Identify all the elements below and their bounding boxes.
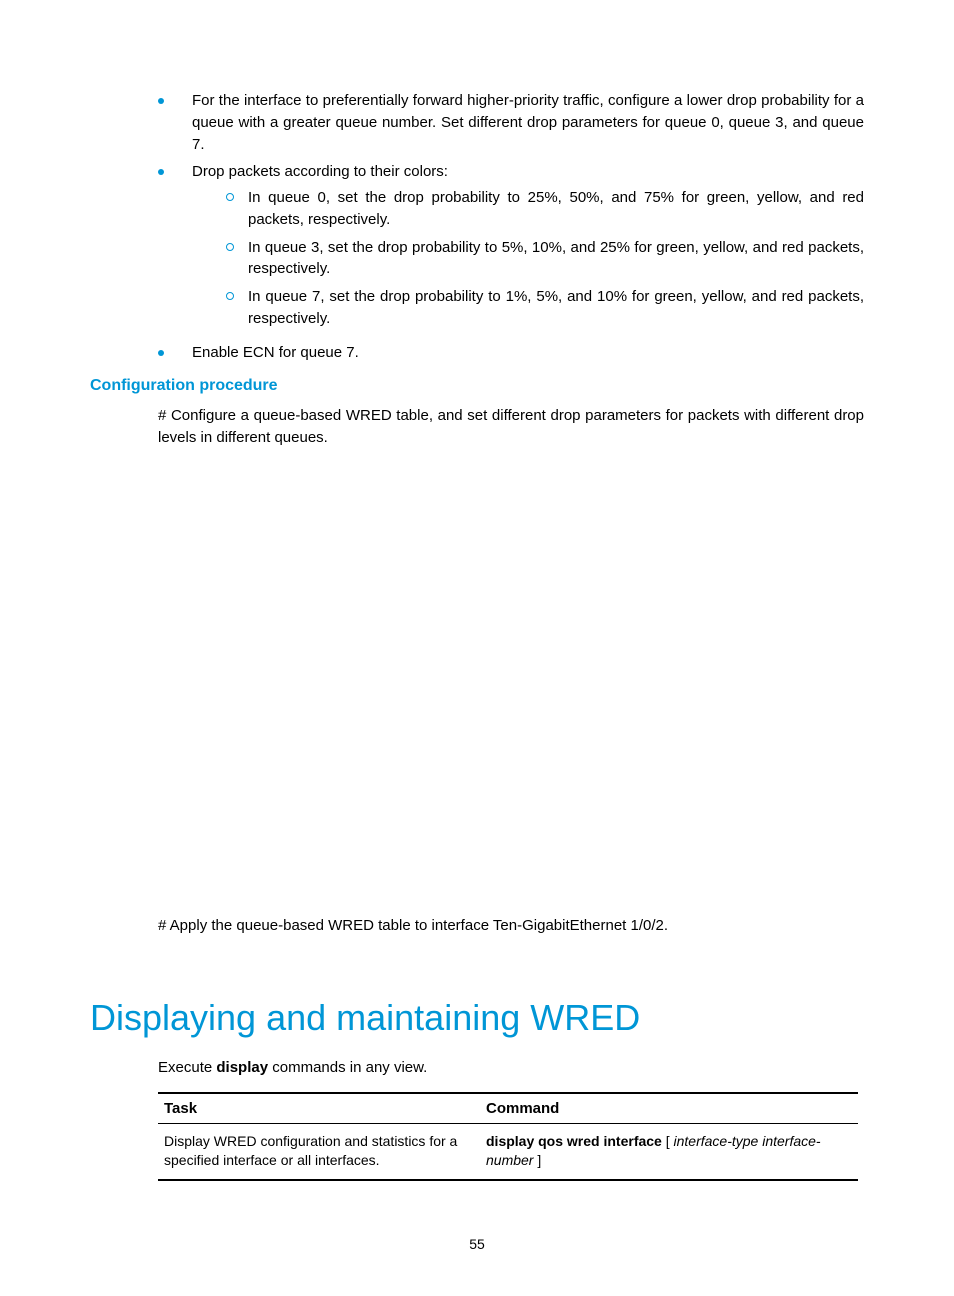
command-cell: display qos wred interface [ interface-t… bbox=[480, 1123, 858, 1180]
command-table: Task Command Display WRED configuration … bbox=[158, 1092, 858, 1181]
exec-suffix: commands in any view. bbox=[268, 1059, 427, 1076]
cmd-bracket-open: [ bbox=[662, 1133, 674, 1149]
sub-bullet-text: In queue 0, set the drop probability to … bbox=[248, 187, 864, 231]
bullet-text: For the interface to preferentially forw… bbox=[192, 90, 864, 155]
sub-bullet-text: In queue 7, set the drop probability to … bbox=[248, 286, 864, 330]
bullet-list: For the interface to preferentially forw… bbox=[158, 90, 864, 363]
cmd-bracket-close: ] bbox=[533, 1152, 541, 1168]
list-item: In queue 7, set the drop probability to … bbox=[226, 286, 864, 330]
bullet-icon bbox=[158, 98, 164, 104]
section-heading-config: Configuration procedure bbox=[90, 377, 864, 395]
circle-icon bbox=[226, 243, 234, 251]
list-item: Enable ECN for queue 7. bbox=[158, 342, 864, 364]
task-cell: Display WRED configuration and statistic… bbox=[158, 1123, 480, 1180]
cmd-bold: display qos wred interface bbox=[486, 1133, 662, 1149]
table-row: Display WRED configuration and statistic… bbox=[158, 1123, 858, 1180]
bullet-icon bbox=[158, 350, 164, 356]
exec-bold: display bbox=[216, 1059, 268, 1076]
table-header-row: Task Command bbox=[158, 1093, 858, 1124]
circle-icon bbox=[226, 292, 234, 300]
list-item: In queue 3, set the drop probability to … bbox=[226, 237, 864, 281]
table-header-task: Task bbox=[158, 1093, 480, 1124]
circle-icon bbox=[226, 193, 234, 201]
bullet-text: Enable ECN for queue 7. bbox=[192, 342, 359, 364]
page-number: 55 bbox=[0, 1236, 954, 1252]
bullet-text: Drop packets according to their colors: bbox=[192, 161, 864, 183]
table-header-command: Command bbox=[480, 1093, 858, 1124]
bullet-icon bbox=[158, 169, 164, 175]
list-item: Drop packets according to their colors: … bbox=[158, 161, 864, 335]
sub-list: In queue 0, set the drop probability to … bbox=[226, 187, 864, 330]
exec-paragraph: Execute display commands in any view. bbox=[158, 1059, 864, 1076]
list-item: For the interface to preferentially forw… bbox=[158, 90, 864, 155]
body-paragraph: # Configure a queue-based WRED table, an… bbox=[158, 405, 864, 449]
body-paragraph: # Apply the queue-based WRED table to in… bbox=[158, 915, 864, 937]
list-item: In queue 0, set the drop probability to … bbox=[226, 187, 864, 231]
code-block-spacer bbox=[90, 455, 864, 915]
main-heading: Displaying and maintaining WRED bbox=[90, 997, 864, 1039]
sub-bullet-text: In queue 3, set the drop probability to … bbox=[248, 237, 864, 281]
exec-prefix: Execute bbox=[158, 1059, 216, 1076]
